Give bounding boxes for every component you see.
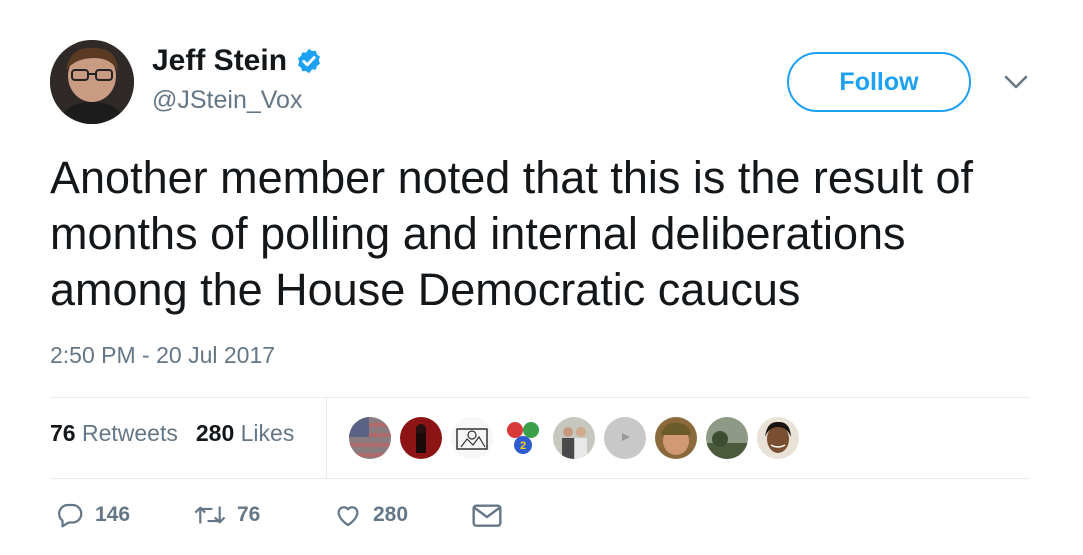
reply-button[interactable]: 146 [55, 500, 193, 530]
author-name-row[interactable]: Jeff Stein [152, 44, 323, 78]
like-button[interactable]: 280 [333, 500, 471, 530]
tweet-timestamp[interactable]: 2:50 PM - 20 Jul 2017 [50, 342, 275, 369]
grey-avatar[interactable] [604, 417, 646, 459]
man-cap-avatar[interactable] [655, 417, 697, 459]
reply-icon [58, 503, 83, 528]
author-photo [50, 40, 134, 124]
svg-text:2: 2 [520, 440, 526, 452]
tweet-text: Another member noted that this is the re… [50, 152, 973, 315]
gears-logo-avatar[interactable]: 2 [502, 417, 544, 459]
retweets-label: Retweets [81, 420, 178, 446]
heart-icon [337, 506, 359, 527]
likes-label: Likes [240, 420, 295, 446]
divider-top [50, 397, 1030, 398]
liked-by-avatars: 2 [349, 417, 799, 459]
direct-message-button[interactable] [471, 500, 503, 530]
likes-stat[interactable]: 280 Likes [196, 420, 294, 447]
retweets-stat[interactable]: 76 Retweets [50, 420, 178, 447]
flag-avatar[interactable] [349, 417, 391, 459]
landscape-avatar[interactable] [706, 417, 748, 459]
retweet-count: 76 [237, 503, 261, 526]
sketch-avatar[interactable] [451, 417, 493, 459]
verified-badge-icon [298, 48, 320, 74]
retweets-count: 76 [50, 420, 76, 446]
retweet-icon [194, 506, 226, 524]
envelope-icon [472, 504, 502, 527]
divider-bottom [50, 478, 1030, 479]
tweet-actions: 146 76 280 [55, 500, 503, 530]
author-avatar[interactable] [50, 40, 134, 124]
stats-separator [326, 398, 327, 478]
engagement-stats: 76 Retweets 280 Likes [50, 420, 294, 447]
retweet-button[interactable]: 76 [193, 500, 333, 530]
chevron-down-icon[interactable] [1003, 72, 1029, 92]
follow-button[interactable]: Follow [787, 52, 971, 112]
like-count: 280 [373, 503, 409, 526]
author-display-name[interactable]: Jeff Stein [152, 44, 287, 78]
reply-count: 146 [95, 503, 131, 526]
red-room-avatar[interactable] [400, 417, 442, 459]
woman-avatar[interactable] [757, 417, 799, 459]
author-handle[interactable]: @JStein_Vox [152, 86, 302, 115]
two-people-avatar[interactable] [553, 417, 595, 459]
likes-count: 280 [195, 420, 235, 446]
